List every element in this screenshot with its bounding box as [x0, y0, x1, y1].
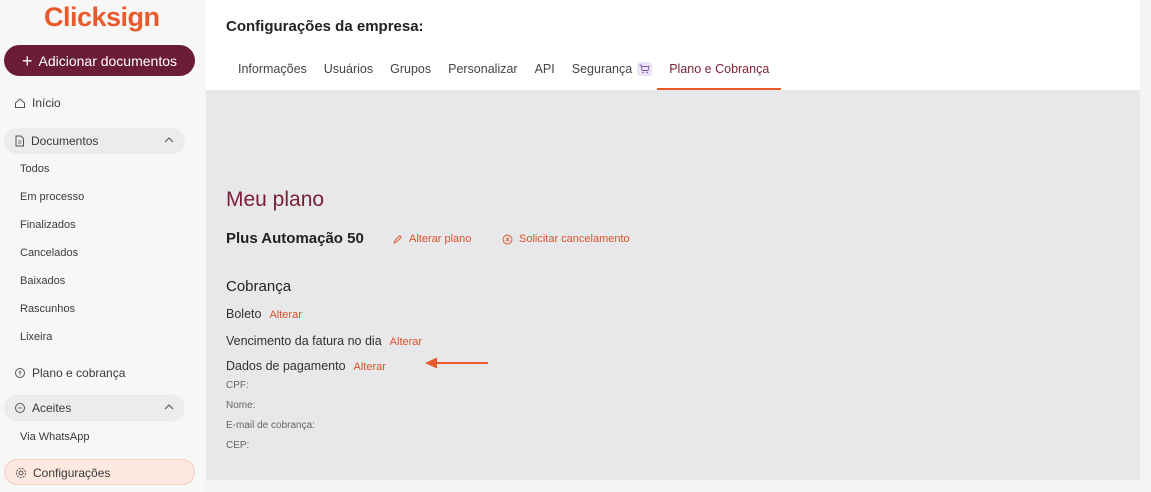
- plan-heading: Meu plano: [226, 188, 325, 211]
- add-documents-button[interactable]: + Adicionar documentos: [4, 45, 195, 76]
- billing-heading: Cobrança: [226, 278, 292, 295]
- change-plan-label: Alterar plano: [409, 233, 472, 245]
- change-method-link[interactable]: Alterar: [269, 309, 301, 321]
- field-cpf: CPF:: [226, 380, 249, 391]
- tab-usuarios[interactable]: Usuários: [324, 62, 373, 90]
- chevron-up-icon[interactable]: [163, 402, 175, 412]
- tab-plano-e-cobranca[interactable]: Plano e Cobrança: [657, 62, 782, 90]
- document-icon: [15, 135, 24, 147]
- logo: Clicksign: [44, 2, 160, 32]
- sidebar-item-cancelados[interactable]: Cancelados: [20, 247, 78, 259]
- sidebar-item-lixeira[interactable]: Lixeira: [20, 331, 52, 343]
- chat-icon: [15, 403, 25, 413]
- sidebar-group-accepts[interactable]: Aceites: [4, 395, 185, 421]
- payment-data-row: Dados de pagamento Alterar: [226, 359, 386, 373]
- due-date-label: Vencimento da fatura no dia: [226, 334, 382, 348]
- sidebar-group-label: Aceites: [32, 401, 72, 415]
- sidebar-item-via-whatsapp[interactable]: Via WhatsApp: [20, 431, 90, 443]
- tab-grupos[interactable]: Grupos: [390, 62, 431, 90]
- page-title: Configurações da empresa:: [226, 18, 424, 35]
- tab-api[interactable]: API: [535, 62, 555, 90]
- sidebar-item-label: Plano e cobrança: [32, 366, 126, 380]
- right-edge: [1140, 0, 1151, 492]
- content-area: Meu plano Plus Automação 50 Alterar plan…: [206, 90, 1140, 480]
- sidebar-item-finalizados[interactable]: Finalizados: [20, 219, 76, 231]
- add-documents-label: Adicionar documentos: [38, 52, 178, 69]
- sidebar-item-plan[interactable]: Plano e cobrança: [14, 366, 125, 380]
- field-email: E-mail de cobrança:: [226, 420, 315, 431]
- change-payment-link[interactable]: Alterar: [354, 361, 386, 373]
- plan-icon: [15, 368, 25, 378]
- gear-icon: [15, 467, 27, 479]
- chevron-up-icon[interactable]: [163, 135, 175, 145]
- sidebar-group-documents[interactable]: Documentos: [4, 128, 185, 154]
- sidebar-group-label: Documentos: [31, 134, 99, 148]
- payment-data-label: Dados de pagamento: [226, 359, 346, 373]
- arrow-left-icon: [425, 357, 488, 369]
- tabs: Informações Usuários Grupos Personalizar…: [238, 62, 786, 90]
- cancel-plan-label: Solicitar cancelamento: [519, 233, 630, 245]
- sidebar-item-home[interactable]: Início: [14, 96, 61, 110]
- cancel-plan-link[interactable]: Solicitar cancelamento: [502, 233, 630, 245]
- sidebar-item-baixados[interactable]: Baixados: [20, 275, 65, 287]
- pencil-icon: [393, 234, 402, 244]
- change-due-date-link[interactable]: Alterar: [390, 336, 422, 348]
- sidebar-item-label: Início: [32, 96, 61, 110]
- tab-personalizar[interactable]: Personalizar: [448, 62, 517, 90]
- bottom-edge: [206, 480, 1140, 492]
- cart-icon: [637, 62, 653, 76]
- cancel-icon: [502, 234, 513, 244]
- billing-method-row: Boleto Alterar: [226, 307, 302, 321]
- change-plan-link[interactable]: Alterar plano: [392, 233, 471, 245]
- field-nome: Nome:: [226, 400, 256, 411]
- sidebar-item-em-processo[interactable]: Em processo: [20, 191, 84, 203]
- tab-label: Segurança: [571, 62, 633, 76]
- home-icon: [15, 98, 25, 108]
- field-cep: CEP:: [226, 440, 250, 451]
- sidebar-item-rascunhos[interactable]: Rascunhos: [20, 303, 75, 315]
- sidebar-item-todos[interactable]: Todos: [20, 163, 49, 175]
- sidebar-item-label: Configurações: [33, 466, 111, 480]
- main-header: Configurações da empresa: Informações Us…: [206, 0, 1140, 90]
- tab-informacoes[interactable]: Informações: [238, 62, 307, 90]
- plus-icon: +: [21, 50, 33, 71]
- sidebar-item-settings[interactable]: Configurações: [4, 459, 195, 485]
- billing-method: Boleto: [226, 307, 262, 321]
- sidebar: Clicksign + Adicionar documentos Início …: [0, 0, 206, 492]
- tab-seguranca[interactable]: Segurança: [571, 62, 653, 90]
- due-date-row: Vencimento da fatura no dia Alterar: [226, 334, 422, 348]
- plan-name: Plus Automação 50: [226, 230, 364, 247]
